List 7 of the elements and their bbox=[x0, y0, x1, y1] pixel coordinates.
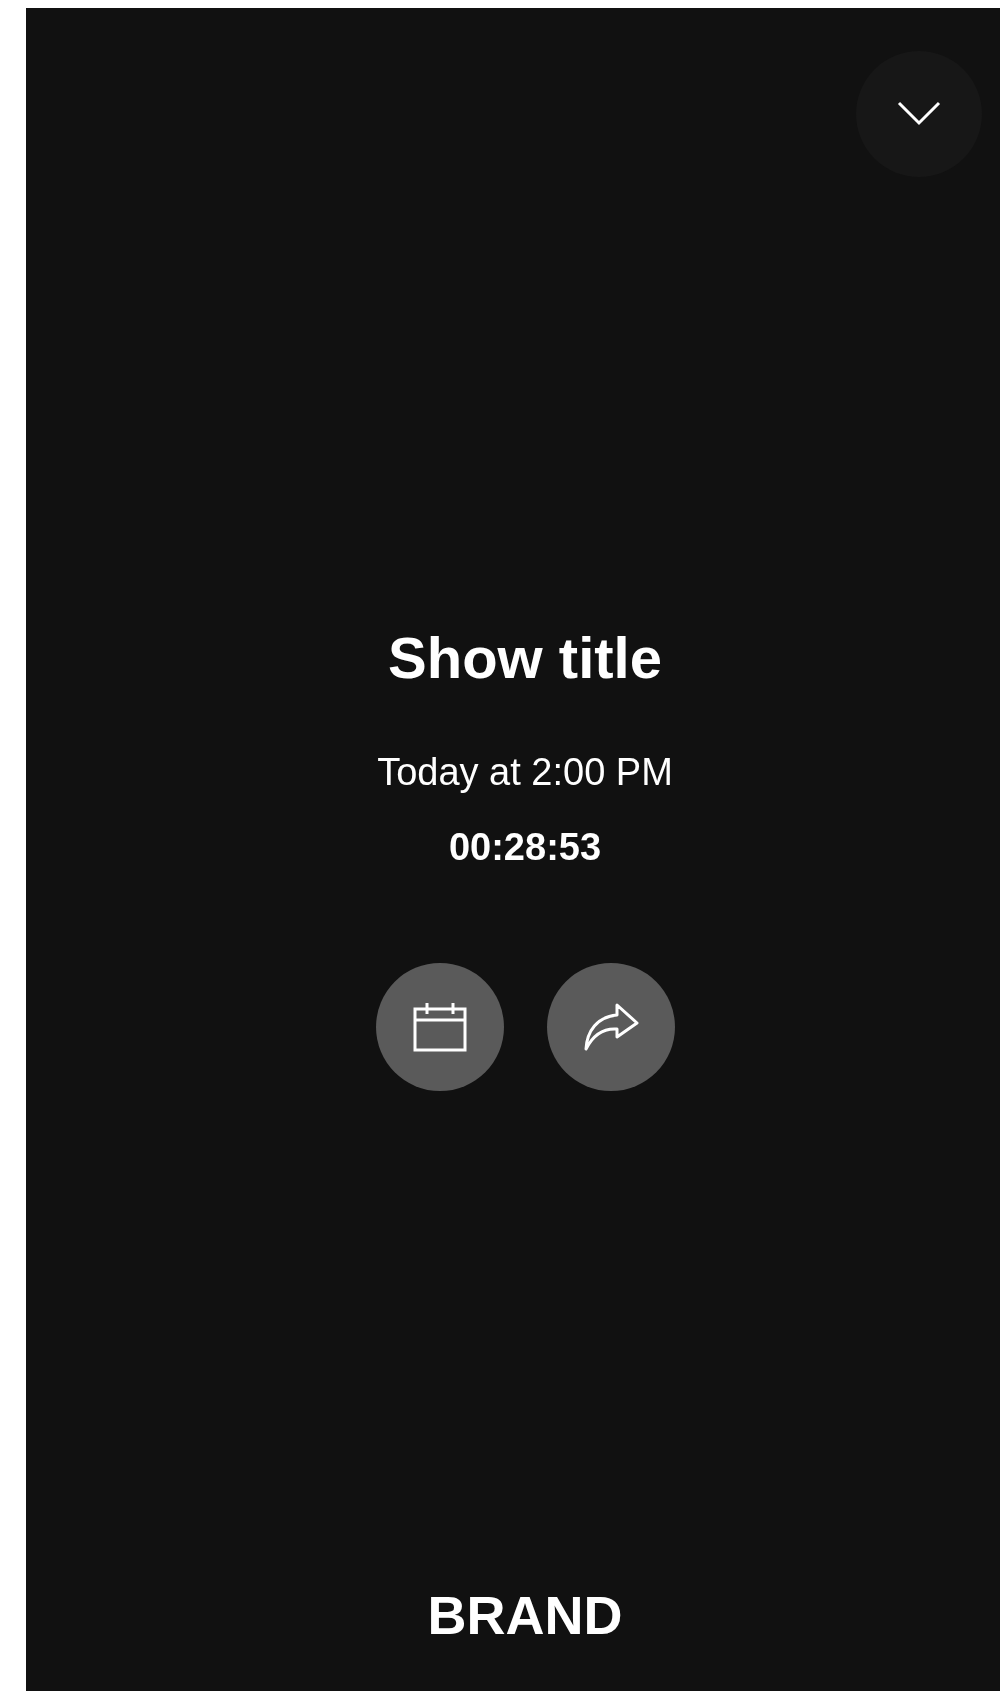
brand-logo: BRAND bbox=[427, 1584, 623, 1647]
chevron-down-icon bbox=[897, 101, 941, 127]
countdown-timer: 00:28:53 bbox=[448, 825, 602, 870]
calendar-icon bbox=[412, 1002, 467, 1052]
share-icon bbox=[582, 1003, 639, 1051]
show-time: Today at 2:00 PM bbox=[377, 750, 673, 795]
show-title: Show title bbox=[388, 624, 662, 692]
